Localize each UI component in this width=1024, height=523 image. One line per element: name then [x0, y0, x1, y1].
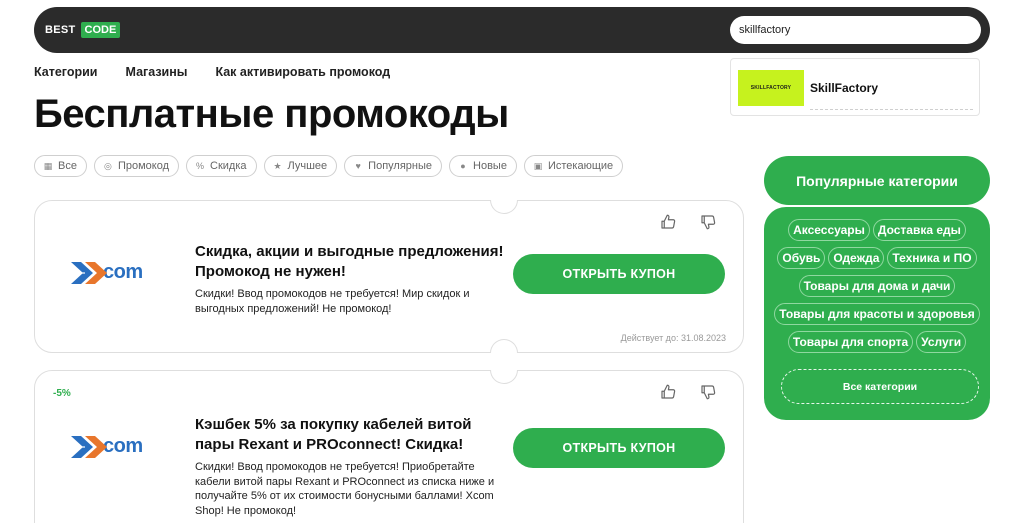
info-icon: ● [460, 161, 466, 171]
coupon-title: Скидка, акции и выгодные предложения! Пр… [195, 243, 504, 280]
vote-buttons [659, 383, 717, 401]
store-logo: com [71, 435, 143, 458]
search-suggestion[interactable]: SKILLFACTORY SkillFactory [730, 58, 980, 116]
open-coupon-button[interactable]: ОТКРЫТЬ КУПОН [513, 254, 725, 294]
thumbs-up-icon[interactable] [659, 383, 677, 401]
logo-best-text: BEST [45, 24, 76, 36]
filter-label: Скидка [210, 160, 247, 172]
page-title: Бесплатные промокоды [34, 92, 509, 136]
store-logo-text: com [103, 261, 143, 283]
filter-promocode[interactable]: ◎ Промокод [93, 155, 180, 177]
suggestion-divider [810, 109, 973, 110]
card-notch [490, 200, 518, 214]
filter-label: Новые [473, 160, 507, 172]
category-tags: Аксессуары Доставка еды Обувь Одежда Тех… [774, 219, 980, 353]
category-tag[interactable]: Доставка еды [872, 219, 966, 241]
coupon-description: Скидки! Ввод промокодов не требуется! Пр… [195, 461, 495, 517]
search-input[interactable] [730, 16, 981, 44]
filter-label: Промокод [117, 160, 170, 172]
main-nav: Категории Магазины Как активировать пром… [34, 65, 390, 79]
filter-best[interactable]: ★ Лучшее [263, 155, 338, 177]
nav-how-to-activate[interactable]: Как активировать промокод [215, 65, 390, 79]
coupon-card: -5% com Кэшбек 5% за покупку кабелей вит… [34, 370, 744, 523]
top-header: BEST CODE [34, 7, 990, 53]
category-tag[interactable]: Аксессуары [788, 219, 870, 241]
coupon-title: Кэшбек 5% за покупку кабелей витой пары … [195, 416, 472, 453]
filter-discount[interactable]: % Скидка [186, 155, 257, 177]
calendar-icon: ▣ [533, 160, 543, 171]
logo-code-text: CODE [80, 22, 121, 38]
filter-expiring[interactable]: ▣ Истекающие [523, 155, 624, 177]
all-categories-button[interactable]: Все категории [781, 369, 979, 404]
category-tag[interactable]: Обувь [777, 247, 826, 269]
filter-label: Истекающие [547, 160, 614, 172]
store-name: SkillFactory [810, 81, 879, 95]
site-logo[interactable]: BEST CODE [45, 22, 121, 38]
category-tag[interactable]: Товары для спорта [787, 331, 914, 353]
vote-buttons [659, 213, 717, 231]
store-logo: com [71, 261, 143, 284]
xcom-x-icon [71, 435, 107, 458]
filter-label: Лучшее [287, 160, 328, 172]
category-tag[interactable]: Одежда [828, 247, 885, 269]
category-tag[interactable]: Техника и ПО [887, 247, 977, 269]
open-coupon-button[interactable]: ОТКРЫТЬ КУПОН [513, 428, 725, 468]
tag-icon: ◎ [104, 160, 112, 171]
xcom-x-icon [71, 261, 107, 284]
popular-categories-title: Популярные категории [764, 156, 990, 205]
filter-all[interactable]: ▦ Все [34, 155, 87, 177]
coupon-description: Скидки! Ввод промокодов не требуется! Ми… [195, 288, 470, 315]
filter-popular[interactable]: ♥ Популярные [344, 155, 443, 177]
nav-categories[interactable]: Категории [34, 65, 98, 79]
percent-icon: % [196, 161, 205, 171]
filter-label: Популярные [368, 160, 433, 172]
card-notch [490, 370, 518, 384]
filter-bar: ▦ Все ◎ Промокод % Скидка ★ Лучшее ♥ Поп… [34, 155, 624, 177]
store-logo-text: com [103, 435, 143, 457]
category-tag[interactable]: Услуги [916, 331, 967, 353]
star-icon: ★ [273, 160, 282, 171]
valid-until: Действует до: 31.08.2023 [620, 333, 726, 343]
nav-stores[interactable]: Магазины [126, 65, 188, 79]
category-tag[interactable]: Товары для красоты и здоровья [774, 303, 980, 325]
filter-new[interactable]: ● Новые [449, 155, 517, 177]
discount-badge: -5% [53, 388, 71, 399]
thumbs-down-icon[interactable] [699, 383, 717, 401]
heart-icon: ♥ [355, 161, 361, 171]
grid-icon: ▦ [43, 160, 53, 171]
popular-categories: Популярные категории Аксессуары Доставка… [764, 156, 990, 420]
popular-categories-body: Аксессуары Доставка еды Обувь Одежда Тех… [764, 207, 990, 420]
filter-label: Все [58, 160, 77, 172]
thumbs-up-icon[interactable] [659, 213, 677, 231]
coupon-card: com Скидка, акции и выгодные предложения… [34, 200, 744, 353]
card-notch [490, 339, 518, 353]
store-logo-thumb: SKILLFACTORY [738, 70, 804, 106]
thumbs-down-icon[interactable] [699, 213, 717, 231]
category-tag[interactable]: Товары для дома и дачи [798, 275, 956, 297]
